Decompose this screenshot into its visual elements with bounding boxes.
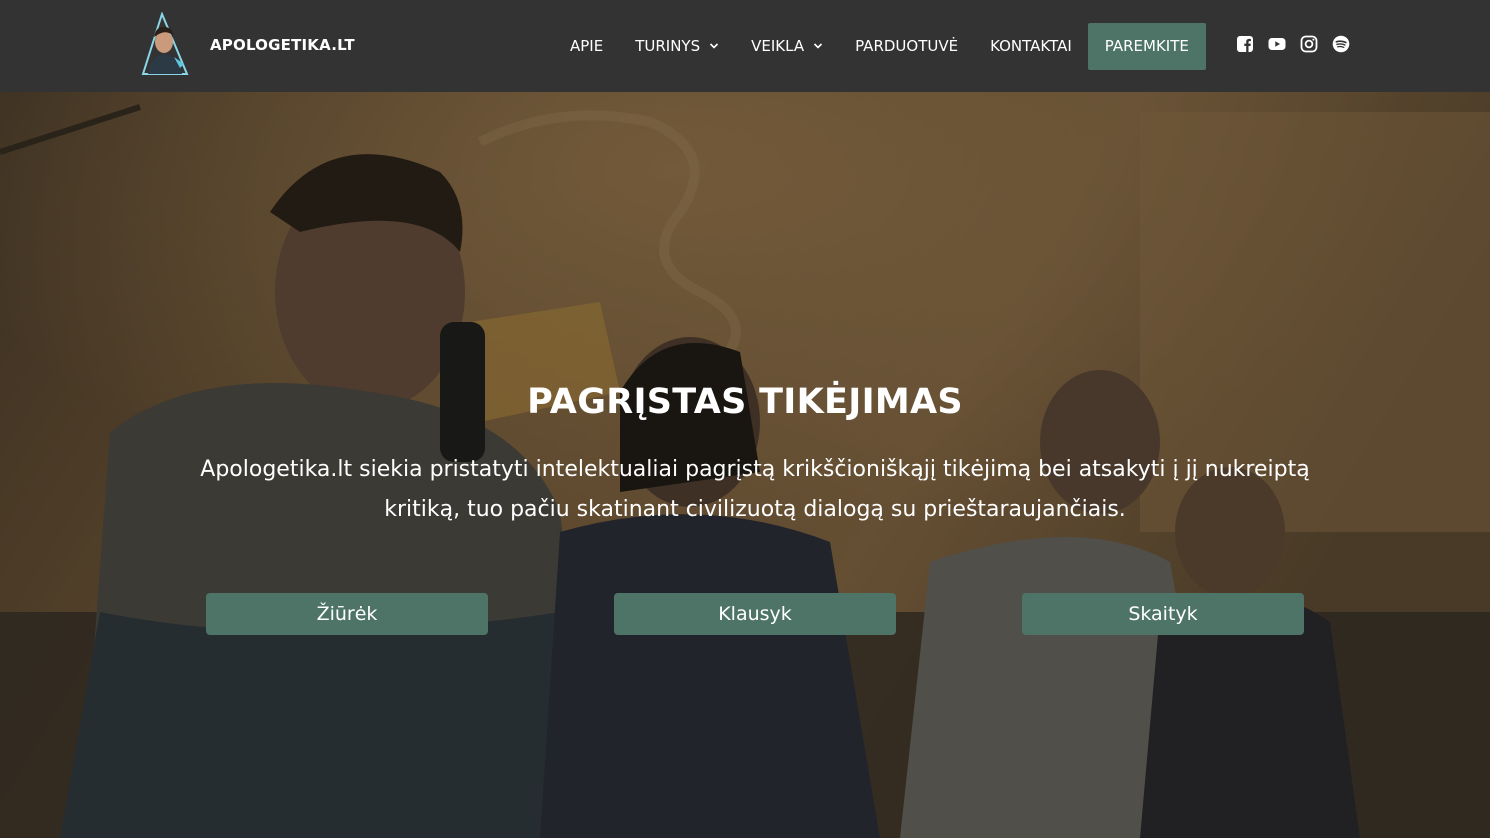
- nav-label: APIE: [570, 37, 604, 55]
- watch-button[interactable]: Žiūrėk: [206, 593, 488, 635]
- spotify-icon[interactable]: [1332, 35, 1350, 53]
- listen-button[interactable]: Klausyk: [614, 593, 896, 635]
- youtube-icon[interactable]: [1268, 35, 1286, 53]
- nav-item-veikla[interactable]: VEIKLA: [735, 37, 839, 55]
- hero-description: Apologetika.lt siekia pristatyti intelek…: [200, 457, 1310, 522]
- nav-label: KONTAKTAI: [990, 37, 1072, 55]
- nav-label: TURINYS: [635, 37, 701, 55]
- brand-name: APOLOGETIKA.LT: [210, 36, 355, 54]
- nav-item-parduotuve[interactable]: PARDUOTUVĖ: [839, 37, 974, 55]
- nav-item-apie[interactable]: APIE: [554, 37, 619, 55]
- instagram-icon[interactable]: [1300, 35, 1318, 53]
- logo-icon: [140, 11, 192, 78]
- chevron-down-icon: [710, 43, 719, 49]
- facebook-icon[interactable]: [1236, 35, 1254, 53]
- main-nav: APIE TURINYS VEIKLA PARDUOTUVĖ KONTAKTAI…: [554, 0, 1206, 92]
- nav-label: PARDUOTUVĖ: [855, 37, 959, 55]
- social-links: [1236, 35, 1350, 53]
- hero-title: PAGRĮSTAS TIKĖJIMAS: [527, 382, 963, 422]
- chevron-down-icon: [814, 43, 823, 49]
- logo-link[interactable]: APOLOGETIKA.LT: [140, 11, 355, 78]
- nav-label: VEIKLA: [751, 37, 805, 55]
- nav-item-turinys[interactable]: TURINYS: [619, 37, 735, 55]
- donate-button[interactable]: PAREMKITE: [1087, 22, 1206, 70]
- read-button[interactable]: Skaityk: [1022, 593, 1304, 635]
- hero-section: PAGRĮSTAS TIKĖJIMAS Apologetika.lt sieki…: [0, 92, 1490, 838]
- site-header: APOLOGETIKA.LT APIE TURINYS VEIKLA PARDU…: [0, 0, 1490, 92]
- nav-item-kontaktai[interactable]: KONTAKTAI: [974, 37, 1088, 55]
